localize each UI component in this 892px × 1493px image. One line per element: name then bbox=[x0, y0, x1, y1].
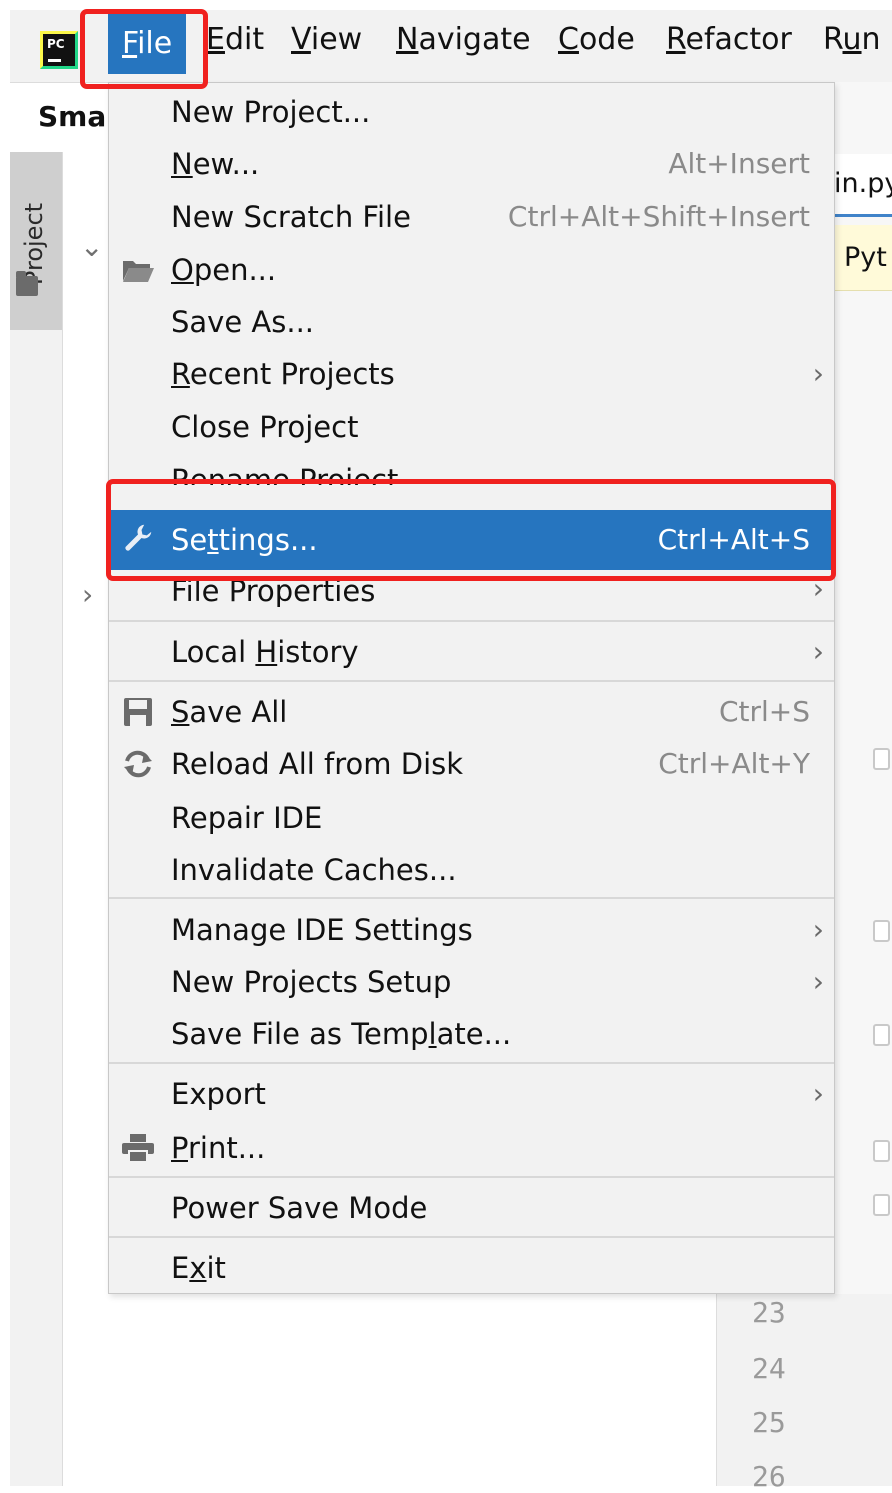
menu-item-label: Save As... bbox=[171, 305, 315, 339]
logo-text: PC bbox=[47, 37, 65, 51]
ide-window: PC File Edit View Navigate Code Refactor… bbox=[0, 0, 892, 1493]
menu-item-label: Save All bbox=[171, 695, 288, 729]
highlight-file-menu bbox=[80, 9, 208, 89]
menu-separator bbox=[109, 1062, 834, 1064]
menu-code[interactable]: Code bbox=[558, 18, 635, 62]
menu-item-label: New Project... bbox=[171, 95, 371, 129]
menu-view[interactable]: View bbox=[291, 18, 362, 62]
fold-marker-icon[interactable] bbox=[873, 748, 890, 770]
menu-item-new-scratch-file[interactable]: New Scratch File Ctrl+Alt+Shift+Insert bbox=[109, 192, 834, 242]
menu-item-invalidate-caches[interactable]: Invalidate Caches... bbox=[109, 845, 834, 895]
menu-item-label: Reload All from Disk bbox=[171, 747, 464, 781]
editor-area bbox=[834, 82, 892, 1486]
menu-item-shortcut: Ctrl+Alt+Shift+Insert bbox=[507, 200, 810, 233]
folder-icon bbox=[16, 271, 38, 296]
pycharm-logo-icon: PC bbox=[40, 31, 78, 69]
menu-item-recent-projects[interactable]: Recent Projects › bbox=[109, 349, 834, 399]
menu-item-print[interactable]: Print... bbox=[109, 1123, 834, 1173]
menu-item-label: New... bbox=[171, 147, 260, 181]
menu-item-label: Open... bbox=[171, 253, 277, 287]
menu-item-new-project[interactable]: New Project... bbox=[109, 87, 834, 137]
menu-item-label: Local History bbox=[171, 635, 359, 669]
highlight-settings-item bbox=[106, 479, 836, 581]
menu-item-new-projects-setup[interactable]: New Projects Setup › bbox=[109, 957, 834, 1007]
left-tool-stripe bbox=[10, 152, 63, 1486]
interpreter-banner: Pyt bbox=[834, 225, 892, 291]
chevron-down-icon[interactable]: ⌄ bbox=[80, 230, 103, 263]
menu-separator bbox=[109, 620, 834, 622]
project-toolwindow-title: Sma bbox=[38, 100, 107, 133]
line-number: 23 bbox=[752, 1296, 786, 1329]
menu-item-repair-ide[interactable]: Repair IDE bbox=[109, 793, 834, 843]
menu-edit[interactable]: Edit bbox=[206, 18, 264, 62]
submenu-arrow-icon: › bbox=[812, 635, 824, 668]
submenu-arrow-icon: › bbox=[812, 1077, 824, 1110]
line-number: 25 bbox=[752, 1406, 786, 1439]
menu-item-label: Print... bbox=[171, 1131, 266, 1165]
menu-item-label: Exit bbox=[171, 1251, 226, 1285]
menu-item-new[interactable]: New... Alt+Insert bbox=[109, 139, 834, 189]
menu-item-power-save-mode[interactable]: Power Save Mode bbox=[109, 1183, 834, 1233]
editor-gutter bbox=[716, 1294, 892, 1486]
editor-tab-main-py[interactable]: in.py bbox=[834, 154, 892, 217]
menu-item-exit[interactable]: Exit bbox=[109, 1243, 834, 1293]
menu-separator bbox=[109, 680, 834, 682]
menu-item-reload-all[interactable]: Reload All from Disk Ctrl+Alt+Y bbox=[109, 739, 834, 789]
menu-item-label: Close Project bbox=[171, 410, 359, 444]
menu-item-label: Power Save Mode bbox=[171, 1191, 428, 1225]
menu-separator bbox=[109, 897, 834, 899]
fold-marker-icon[interactable] bbox=[873, 920, 890, 942]
menu-item-open[interactable]: Open... bbox=[109, 245, 834, 295]
menu-item-shortcut: Ctrl+S bbox=[718, 695, 810, 728]
fold-marker-icon[interactable] bbox=[873, 1194, 890, 1216]
submenu-arrow-icon: › bbox=[812, 913, 824, 946]
menu-navigate[interactable]: Navigate bbox=[396, 18, 531, 62]
submenu-arrow-icon: › bbox=[812, 578, 824, 605]
reload-icon bbox=[124, 750, 152, 778]
menu-item-close-project[interactable]: Close Project bbox=[109, 402, 834, 452]
menu-item-label: Save File as Template... bbox=[171, 1017, 512, 1051]
menu-item-local-history[interactable]: Local History › bbox=[109, 627, 834, 677]
menu-item-label: Export bbox=[171, 1077, 266, 1111]
menu-refactor[interactable]: Refactor bbox=[666, 18, 792, 62]
menu-separator bbox=[109, 1176, 834, 1178]
menu-item-label: New Scratch File bbox=[171, 200, 411, 234]
menu-item-label: File Properties bbox=[171, 578, 376, 608]
menu-item-shortcut: Alt+Insert bbox=[668, 147, 810, 180]
menu-item-file-properties[interactable]: File Properties › bbox=[109, 578, 834, 608]
menu-run[interactable]: Run bbox=[823, 18, 881, 62]
printer-icon bbox=[122, 1134, 154, 1163]
menu-item-export[interactable]: Export › bbox=[109, 1069, 834, 1119]
file-menu-dropdown: New Project... New... Alt+Insert New Scr… bbox=[108, 82, 835, 1294]
save-icon bbox=[124, 698, 152, 726]
menu-item-manage-ide-settings[interactable]: Manage IDE Settings › bbox=[109, 905, 834, 955]
chevron-right-icon[interactable]: › bbox=[82, 578, 93, 611]
menu-item-label: Recent Projects bbox=[171, 357, 395, 391]
project-tool-tab[interactable]: Project bbox=[10, 152, 62, 330]
menu-item-label: New Projects Setup bbox=[171, 965, 452, 999]
menu-item-shortcut: Ctrl+Alt+Y bbox=[658, 747, 810, 780]
menu-item-label: Manage IDE Settings bbox=[171, 913, 473, 947]
fold-marker-icon[interactable] bbox=[873, 1140, 890, 1162]
fold-marker-icon[interactable] bbox=[873, 1024, 890, 1046]
submenu-arrow-icon: › bbox=[812, 357, 824, 390]
menu-item-save-file-as-template[interactable]: Save File as Template... bbox=[109, 1009, 834, 1059]
folder-open-icon bbox=[123, 261, 154, 282]
menu-item-save-as[interactable]: Save As... bbox=[109, 297, 834, 347]
line-number: 24 bbox=[752, 1352, 786, 1385]
menu-separator bbox=[109, 1236, 834, 1238]
menu-item-label: Invalidate Caches... bbox=[171, 853, 457, 887]
menu-item-label: Repair IDE bbox=[171, 801, 323, 835]
menu-item-save-all[interactable]: Save All Ctrl+S bbox=[109, 687, 834, 737]
line-number: 26 bbox=[752, 1460, 786, 1493]
submenu-arrow-icon: › bbox=[812, 965, 824, 998]
